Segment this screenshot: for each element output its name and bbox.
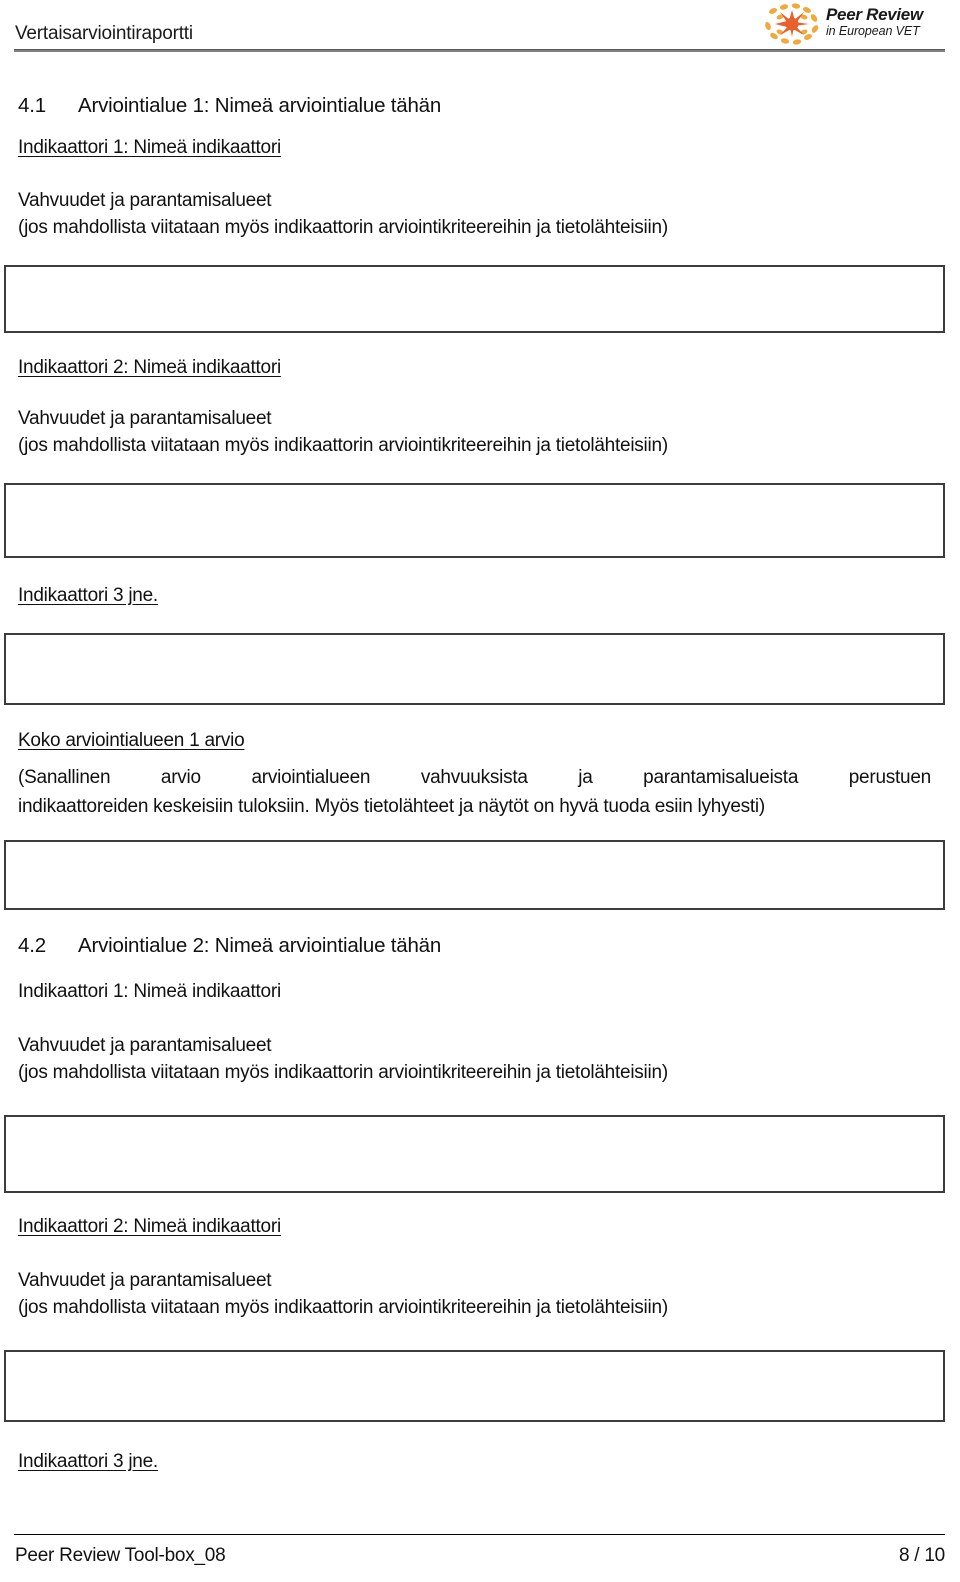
starburst-icon (764, 3, 822, 45)
strengths-label-4-1-i2: Vahvuudet ja parantamisalueet (18, 408, 272, 429)
strengths-hint-4-1-i1: (jos mahdollista viitataan myös indikaat… (18, 217, 668, 238)
header-title: Vertaisarviointiraportti (15, 23, 193, 44)
strengths-hint-4-2-i1: (jos mahdollista viitataan myös indikaat… (18, 1062, 668, 1083)
indicator-1-label-4-1: Indikaattori 1: Nimeä indikaattori (18, 137, 281, 158)
strengths-label-4-2-i2: Vahvuudet ja parantamisalueet (18, 1270, 272, 1291)
answer-box-4-1-indicator-3[interactable] (4, 633, 945, 705)
peer-review-logo: Peer Review in European VET (764, 2, 944, 46)
overall-hint-line-1: (Sanallinen arvio arviointialueen vahvuu… (18, 767, 931, 788)
document-header: Vertaisarviointiraportti Peer Review in … (0, 0, 960, 56)
overall-hint-line-2: indikaattoreiden keskeisiin tuloksiin. M… (18, 796, 765, 817)
section-heading-4-1: 4.1 Arviointialue 1: Nimeä arviointialue … (18, 92, 441, 119)
answer-box-4-1-overall[interactable] (4, 840, 945, 910)
indicator-3-label-4-2: Indikaattori 3 jne. (18, 1451, 158, 1472)
logo-line-1: Peer Review (826, 5, 923, 24)
section-title-4-2: Arviointialue 2: Nimeä arviointialue täh… (78, 934, 442, 957)
indicator-1-label-4-2: Indikaattori 1: Nimeä indikaattori (18, 981, 281, 1002)
answer-box-4-1-indicator-2[interactable] (4, 483, 945, 558)
section-title-4-1: Arviointialue 1: Nimeä arviointialue täh… (78, 94, 442, 117)
indicator-2-label-4-1: Indikaattori 2: Nimeä indikaattori (18, 357, 281, 378)
footer-divider (14, 1534, 945, 1535)
overall-hint-4-1: (Sanallinen arvio arviointialueen vahvuu… (18, 763, 931, 821)
answer-box-4-1-indicator-1[interactable] (4, 265, 945, 333)
logo-line-2: in European VET (826, 24, 920, 38)
indicator-2-label-4-2: Indikaattori 2: Nimeä indikaattori (18, 1216, 281, 1237)
section-heading-4-2: 4.2 Arviointialue 2: Nimeä arviointialue … (18, 932, 441, 959)
strengths-hint-4-1-i2: (jos mahdollista viitataan myös indikaat… (18, 435, 668, 456)
strengths-label-4-1-i1: Vahvuudet ja parantamisalueet (18, 190, 272, 211)
answer-box-4-2-indicator-2[interactable] (4, 1350, 945, 1422)
overall-label-4-1: Koko arviointialueen 1 arvio (18, 730, 245, 751)
document-page: Vertaisarviointiraportti Peer Review in … (0, 0, 960, 1582)
strengths-hint-4-2-i2: (jos mahdollista viitataan myös indikaat… (18, 1297, 668, 1318)
answer-box-4-2-indicator-1[interactable] (4, 1115, 945, 1193)
indicator-3-label-4-1: Indikaattori 3 jne. (18, 585, 158, 606)
strengths-label-4-2-i1: Vahvuudet ja parantamisalueet (18, 1035, 272, 1056)
footer-page-number: 8 / 10 (898, 1545, 945, 1566)
document-footer: Peer Review Tool-box_08 8 / 10 (0, 1530, 960, 1582)
footer-document-name: Peer Review Tool-box_08 (15, 1545, 226, 1566)
header-divider (14, 49, 945, 52)
logo-wordmark: Peer Review in European VET (826, 5, 944, 39)
section-number-4-1: 4.1 (18, 94, 46, 117)
section-number-4-2: 4.2 (18, 934, 46, 957)
